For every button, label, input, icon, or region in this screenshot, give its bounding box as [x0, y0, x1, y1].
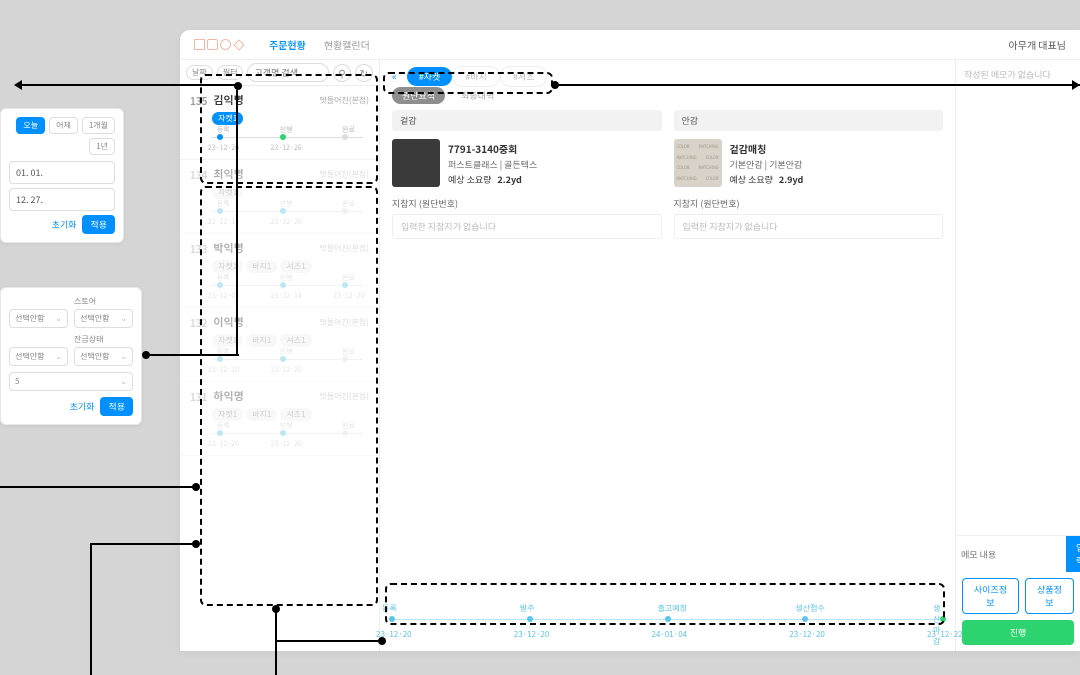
order-tag: 자켓1 [212, 408, 243, 421]
order-store: 멋들어진(본점) [319, 169, 369, 180]
order-item[interactable]: 134최익명멋들어진(본점)자켓1등록23·12·14진행23·12·26완료 [180, 160, 379, 234]
date-preset[interactable]: 어제 [49, 117, 78, 134]
order-tag: 자켓1 [212, 186, 243, 199]
tab-calendar[interactable]: 현황캘린더 [324, 37, 370, 52]
search-icon[interactable]: ⚲ [333, 64, 351, 82]
select-store[interactable]: 선택안함⌄ [74, 309, 133, 328]
order-store: 멋들어진(본점) [319, 317, 369, 328]
date-popover: 오늘어제1개월 1년 01. 01. 12. 27. 초기화 적용 [0, 108, 124, 243]
lining-supplier: 기본안감 | 기본안감 [730, 158, 804, 171]
refresh-icon[interactable]: ↻ [355, 64, 373, 82]
date-preset[interactable]: 오늘 [16, 117, 45, 134]
subtab[interactable]: 원단요척 [392, 87, 445, 104]
subtab[interactable]: 최종내역 [451, 87, 504, 104]
date-from[interactable]: 01. 01. [9, 161, 115, 184]
fabric-name: 7791-3140중회 [448, 141, 537, 156]
proceed-button[interactable]: 진행 [962, 620, 1074, 645]
orders-column: 날짜 필터 ⚲ ↻ 135김익명멋들어진(본점)자켓1등록23·12·20진행2… [180, 60, 380, 651]
workspace: 날짜 필터 ⚲ ↻ 135김익명멋들어진(본점)자켓1등록23·12·20진행2… [180, 60, 1080, 651]
outer-fabric-panel: 겉감 7791-3140중회 퍼스트클래스 | 골든텍스 예상 소요량2.2yd… [392, 110, 662, 239]
order-customer: 이익명 [213, 314, 243, 330]
order-tag: 바지1 [246, 334, 277, 347]
category-pill[interactable]: #셔츠 [500, 66, 548, 87]
lining-usage: 예상 소요량2.9yd [730, 173, 804, 186]
order-tag: 바지1 [246, 260, 277, 273]
panel-title: 겉감 [392, 110, 662, 131]
order-tag: 자켓1 [212, 112, 243, 125]
order-customer: 최익명 [213, 166, 243, 182]
order-id: 133 [190, 241, 207, 256]
reset-button[interactable]: 초기화 [52, 215, 77, 234]
date-filter-pill[interactable]: 날짜 [186, 65, 213, 80]
tab-orders[interactable]: 주문현황 [269, 37, 306, 52]
app-window: 주문현황 현황캘린더 아무개 대표님 날짜 필터 ⚲ ↻ 135김익명멋들어진(… [180, 30, 1080, 651]
ref-input[interactable]: 입력한 지참지가 없습니다 [392, 214, 662, 239]
order-store: 멋들어진(본점) [319, 95, 369, 106]
date-to[interactable]: 12. 27. [9, 188, 115, 211]
select-payment[interactable]: 선택안함⌄ [74, 347, 133, 366]
order-tag: 셔츠1 [280, 334, 311, 347]
category-pill[interactable]: #자켓 [407, 67, 453, 86]
category-pill[interactable]: #바지 [452, 66, 500, 87]
memo-send-button[interactable]: 입력 [1066, 536, 1080, 572]
fabric-swatch [392, 139, 440, 187]
lining-swatch: COLORMATCHINGMATCHINGCOLORCOLORMATCHINGM… [674, 139, 722, 187]
order-store: 멋들어진(본점) [319, 243, 369, 254]
order-customer: 하익명 [213, 388, 243, 404]
product-info-button[interactable]: 상품정보 [1025, 578, 1074, 614]
order-tag: 셔츠1 [280, 260, 311, 273]
order-tag: 셔츠1 [280, 408, 311, 421]
order-customer: 김익명 [213, 92, 243, 108]
order-id: 135 [190, 93, 207, 108]
order-item[interactable]: 135김익명멋들어진(본점)자켓1등록23·12·20진행23·12·26완료 [180, 86, 379, 160]
select-1[interactable]: 선택안함⌄ [9, 309, 68, 328]
ref-label: 지참지 (원단번호) [392, 197, 662, 210]
search-input[interactable] [247, 63, 329, 82]
select-3[interactable]: 선택안함⌄ [9, 347, 68, 366]
memo-input[interactable] [956, 536, 1066, 572]
order-customer: 박익명 [213, 240, 243, 256]
collapse-icon[interactable]: « [392, 68, 397, 83]
filter-popover: 선택안함⌄ 스토어선택안함⌄ 선택안함⌄ 잔금상태선택안함⌄ 5⌄ 초기화 적용 [0, 287, 142, 425]
user-label: 아무개 대표님 [1009, 37, 1066, 52]
order-store: 멋들어진(본점) [319, 391, 369, 402]
reset-button[interactable]: 초기화 [70, 397, 95, 416]
orders-list: 135김익명멋들어진(본점)자켓1등록23·12·20진행23·12·26완료1… [180, 86, 379, 651]
order-item[interactable]: 132이익명멋들어진(본점)자켓1바지1셔츠1등록23·12·20진행23·12… [180, 308, 379, 382]
order-timeline: 등록23·12·20발주23·12·20출고예정24·01·04생산접수23·1… [392, 607, 943, 643]
lining-name: 겉감매칭 [730, 141, 804, 156]
category-tabs: « #자켓#바지#셔츠 [380, 60, 955, 87]
filter-bar: 날짜 필터 ⚲ ↻ [180, 60, 379, 86]
order-id: 134 [190, 167, 207, 182]
sub-tabs: 원단요척 최종내역 [380, 87, 955, 110]
topbar: 주문현황 현황캘린더 아무개 대표님 [180, 30, 1080, 60]
order-tag: 바지1 [246, 408, 277, 421]
panel-title: 안감 [674, 110, 944, 131]
size-info-button[interactable]: 사이즈정보 [962, 578, 1019, 614]
detail-column: « #자켓#바지#셔츠 원단요척 최종내역 겉감 7791-3140중회 퍼스트클… [380, 60, 955, 651]
memo-column: 작성된 메모가 없습니다 입력 사이즈정보 상품정보 진행 [955, 60, 1080, 651]
logo [194, 39, 245, 50]
order-tag: 자켓1 [212, 260, 243, 273]
ref-label: 지참지 (원단번호) [674, 197, 944, 210]
order-item[interactable]: 133박익명멋들어진(본점)자켓1바지1셔츠1등록23·12·08진행23·12… [180, 234, 379, 308]
number-select[interactable]: 5⌄ [9, 372, 133, 391]
order-item[interactable]: 131하익명멋들어진(본점)자켓1바지1셔츠1등록23·12·20진행23·12… [180, 382, 379, 456]
order-id: 132 [190, 315, 207, 330]
lining-panel: 안감 COLORMATCHINGMATCHINGCOLORCOLORMATCHI… [674, 110, 944, 239]
ref-input[interactable]: 입력한 지참지가 없습니다 [674, 214, 944, 239]
detail-content: 겉감 7791-3140중회 퍼스트클래스 | 골든텍스 예상 소요량2.2yd… [380, 110, 955, 651]
date-preset[interactable]: 1개월 [82, 117, 115, 134]
apply-button[interactable]: 적용 [100, 397, 133, 416]
fabric-supplier: 퍼스트클래스 | 골든텍스 [448, 158, 537, 171]
apply-button[interactable]: 적용 [82, 215, 115, 234]
fabric-usage: 예상 소요량2.2yd [448, 173, 537, 186]
memo-empty: 작성된 메모가 없습니다 [956, 60, 1080, 535]
date-preset[interactable]: 1년 [89, 138, 115, 155]
main-tabs: 주문현황 현황캘린더 [269, 37, 370, 52]
order-id: 131 [190, 389, 207, 404]
filter-pill[interactable]: 필터 [217, 65, 244, 80]
order-tag: 자켓1 [212, 334, 243, 347]
